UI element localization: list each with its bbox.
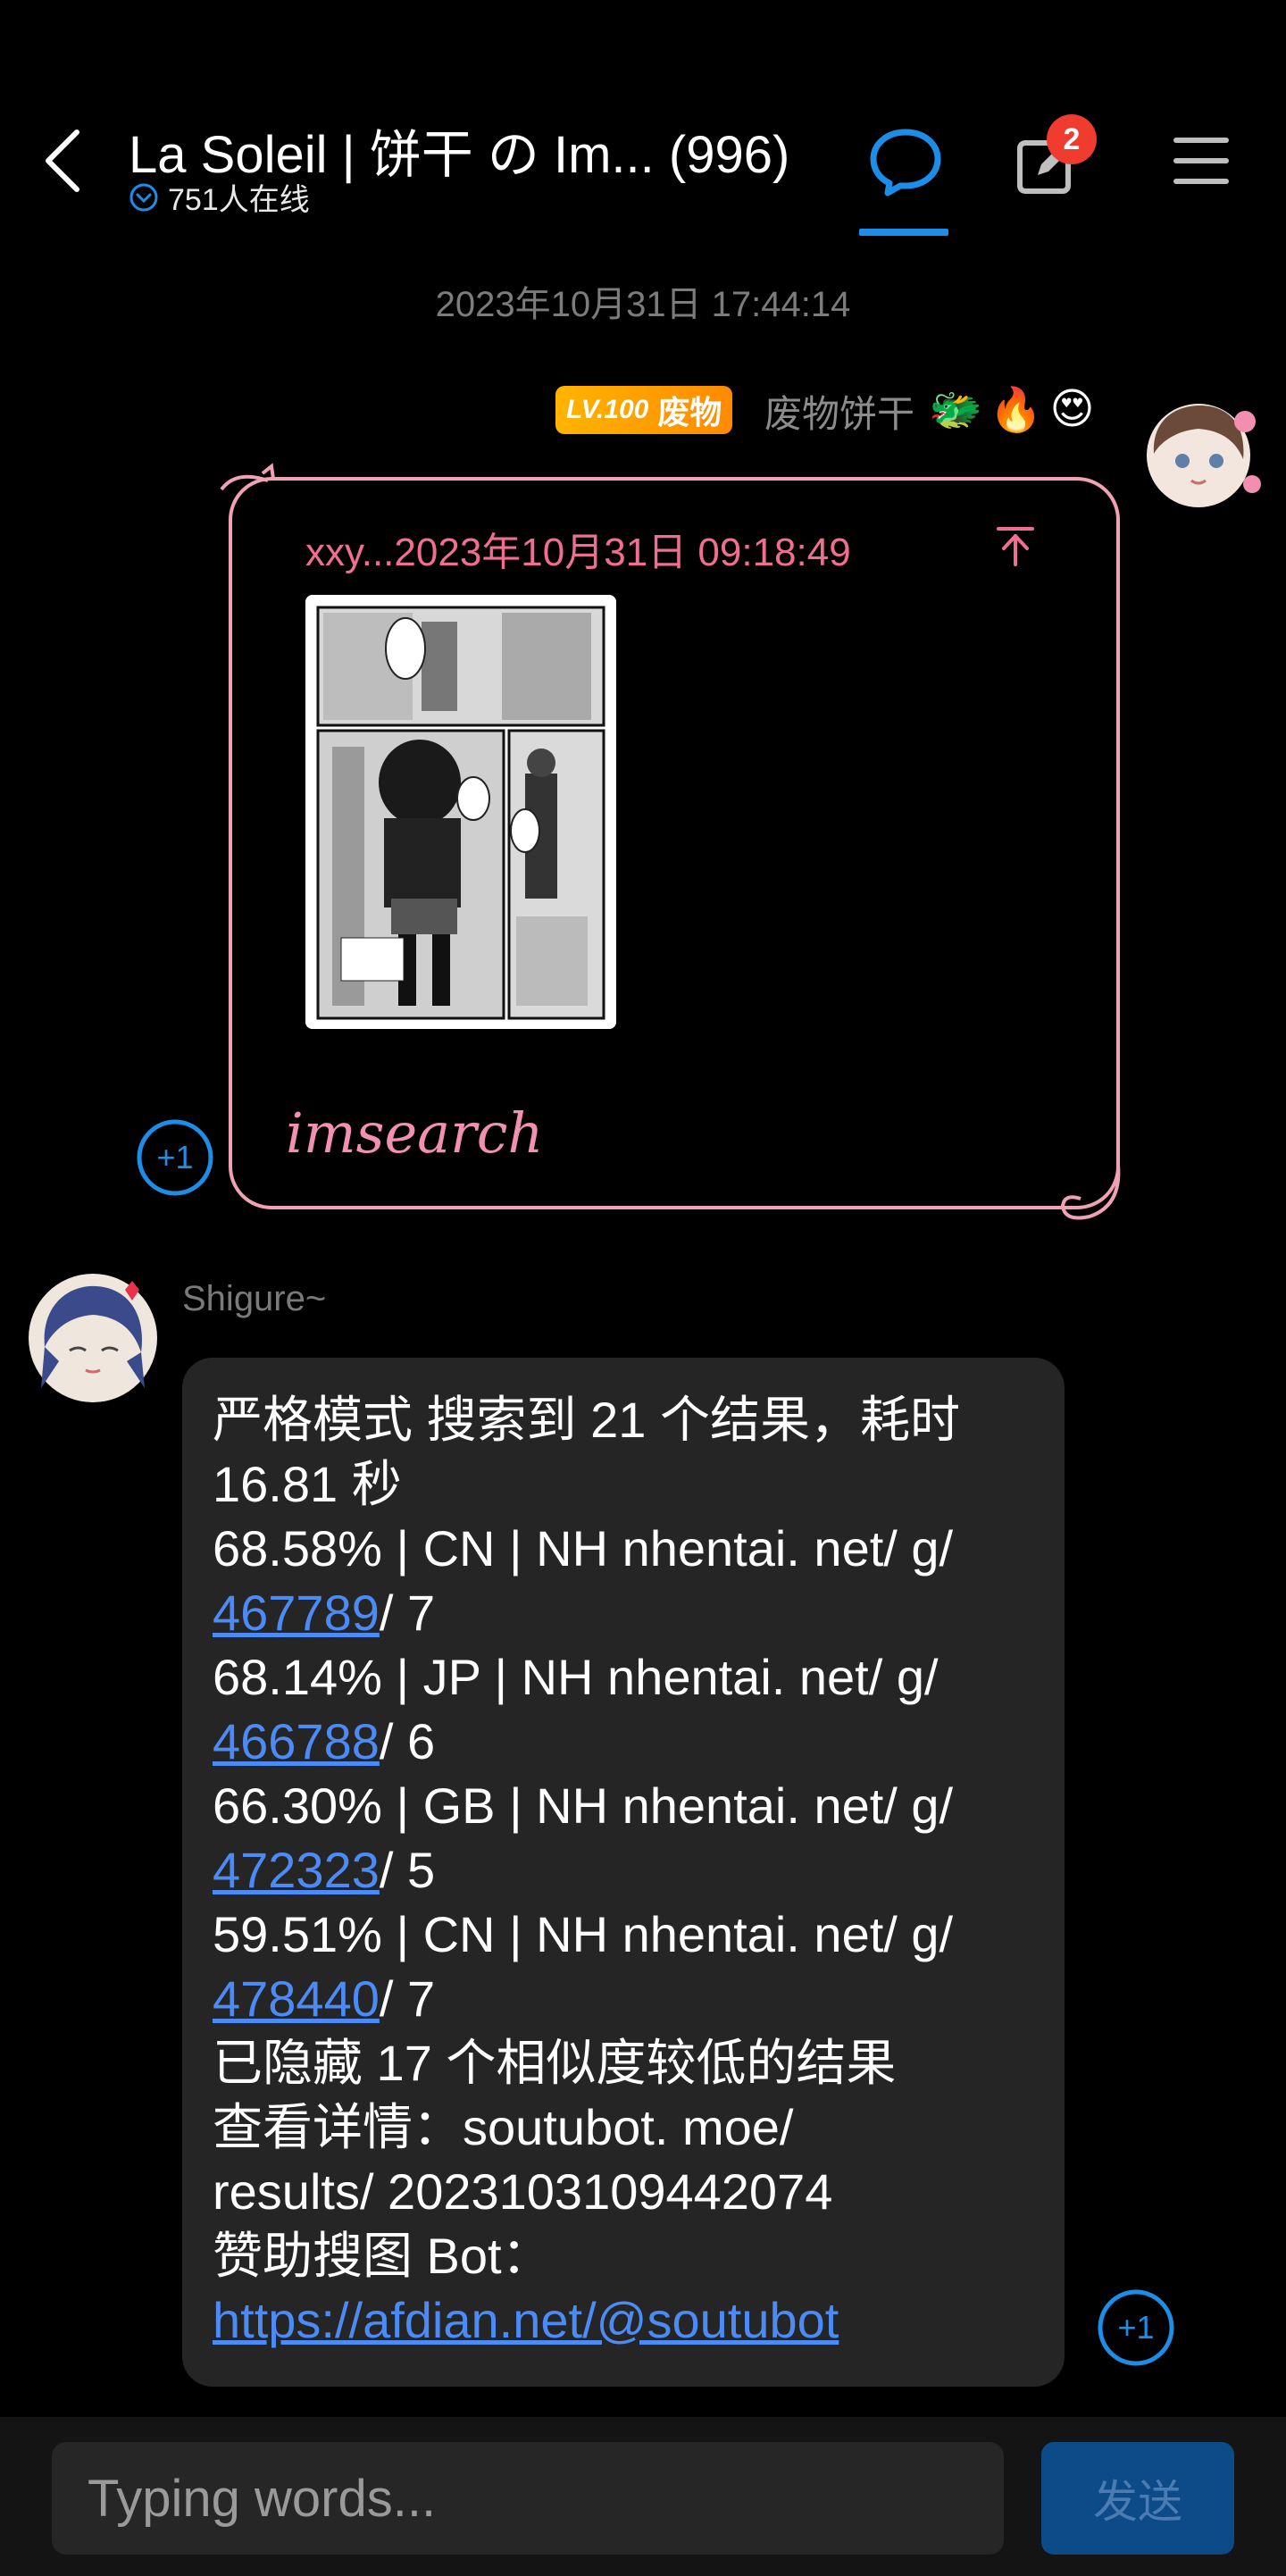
bot-message-line: 66.30% | GB | NH nhentai. net/ g/ bbox=[213, 1777, 954, 1834]
result-link[interactable]: 466788 bbox=[213, 1713, 380, 1769]
reply-reference[interactable]: xxy...2023年10月31日 09:18:49 bbox=[305, 520, 851, 577]
heart-eyes-emoji: 😍 bbox=[1049, 386, 1095, 433]
bot-message-line: 68.58% | CN | NH nhentai. net/ g/ bbox=[213, 1520, 954, 1577]
message-text: imsearch bbox=[286, 1100, 544, 1166]
level-tag: 废物 bbox=[657, 394, 722, 431]
bubble-decoration bbox=[220, 463, 275, 491]
title-emojis: 🐲 🔥 😍 bbox=[929, 384, 1095, 435]
bot-message-line: 赞助搜图 Bot： bbox=[213, 2228, 552, 2284]
bot-message-bubble[interactable]: 严格模式 搜索到 21 个结果，耗时 16.81 秒 68.58% | CN | N… bbox=[182, 1358, 1065, 2387]
bot-message-line: https://afdian.net/@soutubot bbox=[213, 2288, 1034, 2353]
bot-message-text: 严格模式 搜索到 21 个结果，耗时 16.81 秒 68.58% | CN | N… bbox=[213, 1388, 1034, 2353]
message-timestamp: 2023年10月31日 17:44:14 bbox=[435, 285, 851, 324]
bot-message-line: 472323/ 5 bbox=[213, 1838, 1034, 1903]
fire-emoji: 🔥 bbox=[989, 387, 1043, 434]
chat-icon[interactable] bbox=[866, 125, 945, 197]
online-count-label: 751人在线 bbox=[168, 183, 310, 217]
bot-message-line: 已隐藏 17 个相似度较低的结果 bbox=[213, 2035, 897, 2091]
result-link[interactable]: 472323 bbox=[213, 1842, 380, 1898]
bot-message-line: 59.51% | CN | NH nhentai. net/ g/ bbox=[213, 1906, 954, 1962]
bot-message-line: 16.81 秒 bbox=[213, 1456, 402, 1512]
bot-message-line: 严格模式 搜索到 21 个结果，耗时 bbox=[213, 1392, 960, 1448]
back-icon[interactable] bbox=[38, 125, 91, 197]
bot-message-line: 466788/ 6 bbox=[213, 1710, 1034, 1774]
send-button[interactable]: 发送 bbox=[1041, 2442, 1234, 2555]
plus-one-label: +1 bbox=[1117, 2309, 1154, 2346]
tab-active-indicator bbox=[859, 229, 948, 236]
arrow-to-top-icon[interactable] bbox=[993, 523, 1038, 568]
level-badge: LV.100 废物 bbox=[555, 386, 733, 434]
bot-message-line: 查看详情：soutubot. moe/ bbox=[213, 2099, 794, 2155]
online-count[interactable]: 751人在线 bbox=[129, 175, 310, 219]
chevron-down-circle-icon bbox=[129, 183, 158, 211]
manga-page-image[interactable] bbox=[305, 595, 616, 1029]
result-link[interactable]: 478440 bbox=[213, 1970, 380, 2027]
bot-message-line: results/ 2023103109442074 bbox=[213, 2163, 833, 2220]
plus-one-button[interactable]: +1 bbox=[136, 1118, 214, 1197]
bot-message-line: 467789/ 7 bbox=[213, 1581, 1034, 1645]
bot-message-line: 68.14% | JP | NH nhentai. net/ g/ bbox=[213, 1649, 939, 1705]
level-label: LV.100 bbox=[566, 395, 649, 424]
menu-icon[interactable] bbox=[1172, 134, 1231, 188]
notification-badge: 2 bbox=[1047, 114, 1097, 164]
plus-one-button[interactable]: +1 bbox=[1097, 2288, 1175, 2367]
my-avatar[interactable] bbox=[1132, 384, 1265, 516]
bot-message-line: 478440/ 7 bbox=[213, 1967, 1034, 2031]
dragon-emoji: 🐲 bbox=[929, 387, 982, 434]
link-suffix: / 7 bbox=[379, 1970, 436, 2027]
bubble-decoration bbox=[1060, 1164, 1121, 1220]
plus-one-label: +1 bbox=[156, 1139, 193, 1175]
sender-name[interactable]: Shigure~ bbox=[182, 1279, 326, 1319]
sender-name[interactable]: 废物饼干 bbox=[764, 384, 914, 439]
link-suffix: / 7 bbox=[379, 1585, 436, 1641]
result-link[interactable]: 467789 bbox=[213, 1585, 380, 1641]
link-suffix: / 6 bbox=[379, 1713, 436, 1769]
message-input[interactable] bbox=[52, 2442, 1004, 2555]
bot-avatar[interactable] bbox=[27, 1272, 159, 1404]
link-suffix: / 5 bbox=[379, 1842, 436, 1898]
result-link[interactable]: https://afdian.net/@soutubot bbox=[213, 2292, 839, 2348]
